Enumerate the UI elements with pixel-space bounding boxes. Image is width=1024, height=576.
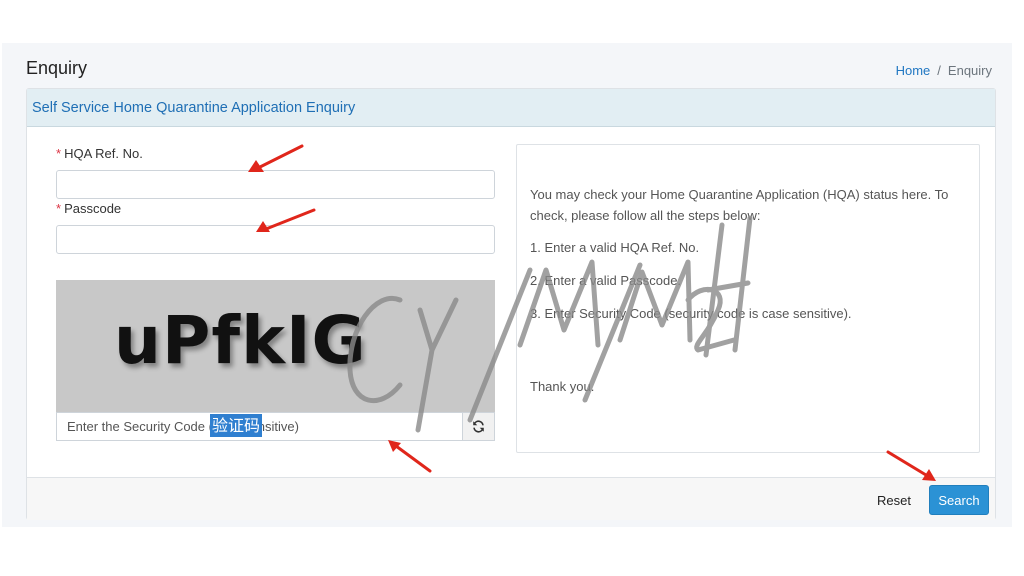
required-marker: * (56, 201, 62, 216)
card-footer: Reset Search (27, 477, 995, 520)
page-header: Enquiry Home / Enquiry (2, 43, 1012, 88)
card-header: Self Service Home Quarantine Application… (27, 89, 995, 127)
info-closing: Thank you. (530, 379, 595, 394)
info-panel: You may check your Home Quarantine Appli… (516, 144, 980, 453)
passcode-label: * Passcode (56, 201, 121, 216)
breadcrumb-separator: / (937, 63, 941, 78)
breadcrumb-current: Enquiry (947, 63, 992, 78)
refresh-captcha-button[interactable] (462, 413, 494, 440)
passcode-input[interactable] (56, 225, 495, 254)
info-step-1: 1. Enter a valid HQA Ref. No. (530, 240, 700, 255)
info-intro: You may check your Home Quarantine Appli… (530, 187, 949, 223)
passcode-label-text: Passcode (64, 201, 122, 216)
captcha-text: uPfkIG (114, 302, 367, 379)
breadcrumb: Home / Enquiry (896, 63, 992, 78)
breadcrumb-home-link[interactable]: Home (896, 63, 931, 78)
info-step-3: 3. Enter Security Code (security code is… (530, 306, 852, 321)
ref-no-label: * HQA Ref. No. (56, 146, 143, 161)
refresh-icon (473, 420, 484, 433)
page-title: Enquiry (26, 58, 88, 78)
ref-no-label-text: HQA Ref. No. (64, 146, 143, 161)
card-title: Self Service Home Quarantine Application… (32, 100, 356, 116)
ref-no-input[interactable] (56, 170, 495, 199)
reset-button[interactable]: Reset (865, 488, 923, 512)
security-code-annotation: 验证码 (210, 414, 263, 437)
enquiry-card: Self Service Home Quarantine Application… (26, 88, 996, 520)
required-marker: * (56, 146, 62, 161)
info-step-2: 2. Enter a valid Passcode. (530, 273, 682, 288)
page: Enquiry Home / Enquiry Self Service Home Q… (2, 43, 1012, 527)
search-button[interactable]: Search (929, 485, 989, 515)
captcha-image: uPfkIG (56, 280, 495, 412)
captcha-input-group (56, 412, 495, 441)
